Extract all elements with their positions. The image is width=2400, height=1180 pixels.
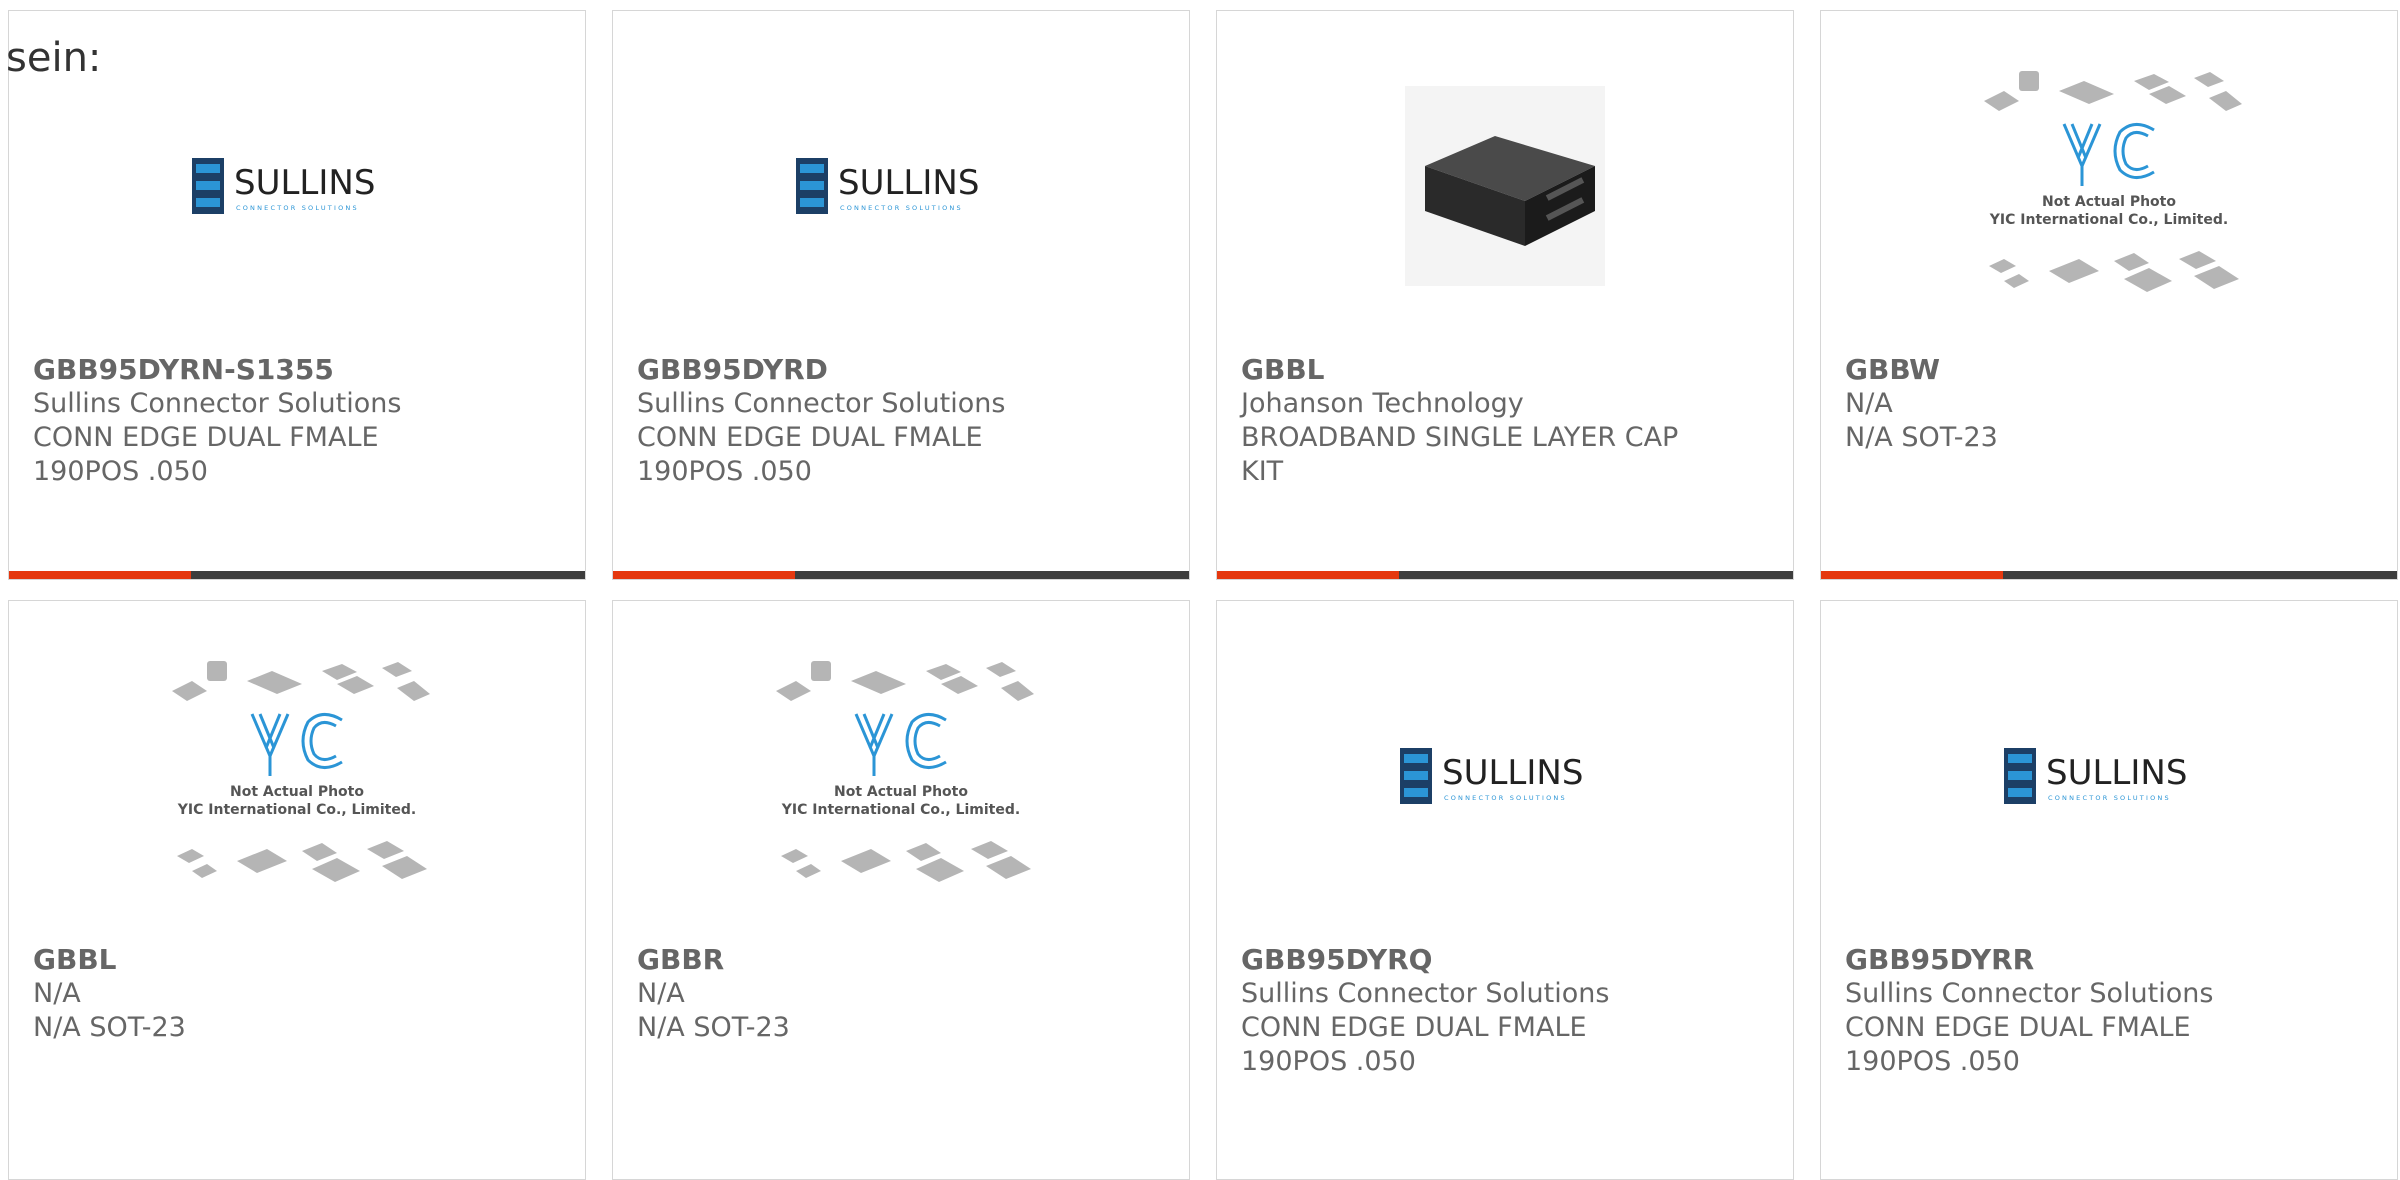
manufacturer: Sullins Connector Solutions (637, 388, 1006, 419)
svg-text:CONNECTOR SOLUTIONS: CONNECTOR SOLUTIONS (236, 204, 359, 212)
lead-text: sein: (6, 35, 102, 81)
svg-text:SULLINS: SULLINS (1442, 753, 1583, 793)
description-cont: 190POS .050 (1845, 1046, 2020, 1077)
card-footer-bar (613, 571, 1189, 579)
sullins-logo-image: SULLINS CONNECTOR SOLUTIONS (1217, 661, 1793, 891)
svg-text:Not Actual Photo: Not Actual Photo (834, 784, 968, 800)
product-card[interactable]: GBBL Johanson Technology BROADBAND SINGL… (1216, 10, 1794, 580)
manufacturer: N/A (1845, 388, 1893, 419)
svg-text:YIC International Co., Limited: YIC International Co., Limited. (781, 802, 1020, 818)
svg-text:YIC International Co., Limited: YIC International Co., Limited. (1989, 212, 2228, 228)
manufacturer: N/A (33, 978, 81, 1009)
description-cont: 190POS .050 (637, 456, 812, 487)
description-cont: 190POS .050 (33, 456, 208, 487)
svg-text:CONNECTOR SOLUTIONS: CONNECTOR SOLUTIONS (1444, 794, 1567, 802)
sullins-logo-image: SULLINS CONNECTOR SOLUTIONS (613, 71, 1189, 301)
product-card[interactable]: Not Actual Photo YIC International Co., … (8, 600, 586, 1180)
card-footer-bar (1217, 571, 1793, 579)
component-photo (1217, 71, 1793, 301)
svg-text:Not Actual Photo: Not Actual Photo (230, 784, 364, 800)
part-number[interactable]: GBBL (1241, 353, 1773, 387)
product-card[interactable]: Not Actual Photo YIC International Co., … (1820, 10, 2398, 580)
svg-text:CONNECTOR SOLUTIONS: CONNECTOR SOLUTIONS (2048, 794, 2171, 802)
yic-placeholder-image: Not Actual Photo YIC International Co., … (9, 661, 585, 891)
description: N/A SOT-23 (637, 1012, 790, 1043)
description: BROADBAND SINGLE LAYER CAP (1241, 422, 1679, 453)
description: CONN EDGE DUAL FMALE (1241, 1012, 1587, 1043)
description-cont: 190POS .050 (1241, 1046, 1416, 1077)
description: N/A SOT-23 (33, 1012, 186, 1043)
description: N/A SOT-23 (1845, 422, 1998, 453)
manufacturer: Sullins Connector Solutions (1845, 978, 2214, 1009)
manufacturer: Johanson Technology (1241, 388, 1524, 419)
product-card[interactable]: SULLINS CONNECTOR SOLUTIONS GBB95DYRQ Su… (1216, 600, 1794, 1180)
sullins-logo-image: SULLINS CONNECTOR SOLUTIONS (1821, 661, 2397, 891)
part-number[interactable]: GBB95DYRR (1845, 943, 2377, 977)
part-number[interactable]: GBB95DYRD (637, 353, 1169, 387)
manufacturer: N/A (637, 978, 685, 1009)
manufacturer: Sullins Connector Solutions (1241, 978, 1610, 1009)
sullins-logo-image: SULLINS CONNECTOR SOLUTIONS (9, 71, 585, 301)
description: CONN EDGE DUAL FMALE (637, 422, 983, 453)
svg-text:YIC International Co., Limited: YIC International Co., Limited. (177, 802, 416, 818)
svg-text:SULLINS: SULLINS (838, 163, 979, 203)
part-number[interactable]: GBBW (1845, 353, 2377, 387)
card-footer-bar (9, 571, 585, 579)
svg-text:SULLINS: SULLINS (2046, 753, 2187, 793)
product-card[interactable]: SULLINS CONNECTOR SOLUTIONS GBB95DYRD Su… (612, 10, 1190, 580)
svg-text:CONNECTOR SOLUTIONS: CONNECTOR SOLUTIONS (840, 204, 963, 212)
product-card[interactable]: SULLINS CONNECTOR SOLUTIONS GBB95DYRN-S1… (8, 10, 586, 580)
description: CONN EDGE DUAL FMALE (33, 422, 379, 453)
description: CONN EDGE DUAL FMALE (1845, 1012, 2191, 1043)
manufacturer: Sullins Connector Solutions (33, 388, 402, 419)
svg-text:Not Actual Photo: Not Actual Photo (2042, 194, 2176, 210)
card-footer-bar (1821, 571, 2397, 579)
product-card[interactable]: SULLINS CONNECTOR SOLUTIONS GBB95DYRR Su… (1820, 600, 2398, 1180)
svg-text:SULLINS: SULLINS (234, 163, 375, 203)
yic-placeholder-image: Not Actual Photo YIC International Co., … (1821, 71, 2397, 301)
part-number[interactable]: GBBL (33, 943, 565, 977)
part-number[interactable]: GBB95DYRN-S1355 (33, 353, 565, 387)
description-cont: KIT (1241, 456, 1284, 487)
product-card[interactable]: Not Actual Photo YIC International Co., … (612, 600, 1190, 1180)
yic-placeholder-image: Not Actual Photo YIC International Co., … (613, 661, 1189, 891)
part-number[interactable]: GBBR (637, 943, 1169, 977)
part-number[interactable]: GBB95DYRQ (1241, 943, 1773, 977)
